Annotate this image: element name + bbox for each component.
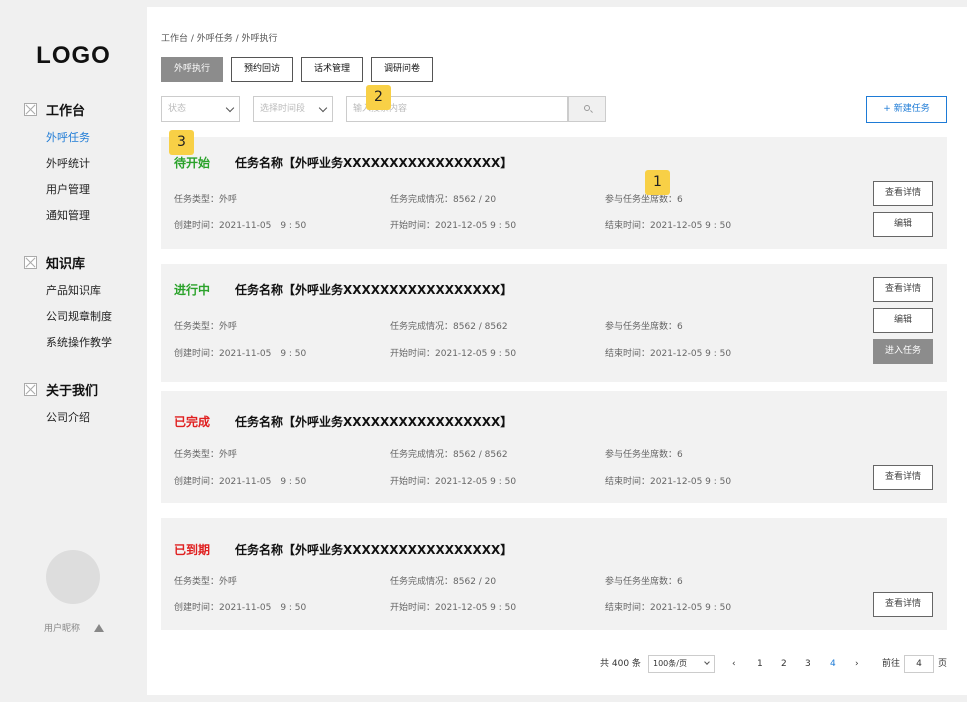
annotation-badge-1: 1 — [645, 170, 670, 195]
new-task-button[interactable]: + 新建任务 — [866, 96, 947, 123]
task-seats: 参与任务坐席数：6 — [605, 322, 683, 332]
task-created-time: 创建时间：2021-11-05 9 : 50 — [174, 603, 307, 613]
task-end-time: 结束时间：2021-12-05 9 : 50 — [605, 349, 732, 359]
task-card: 已到期 任务名称【外呼业务XXXXXXXXXXXXXXXXX】 任务类型：外呼 … — [161, 518, 947, 630]
task-type: 任务类型：外呼 — [174, 577, 238, 587]
username: 用户昵称 — [44, 624, 81, 634]
edit-button[interactable]: 编辑 — [873, 308, 933, 333]
task-created-time: 创建时间：2021-11-05 9 : 50 — [174, 221, 307, 231]
tab-scheduled-callback[interactable]: 预约回访 — [231, 57, 294, 82]
page-3[interactable]: 3 — [805, 655, 811, 673]
edit-button[interactable]: 编辑 — [873, 212, 933, 237]
prev-page-button[interactable]: ‹ — [732, 655, 736, 673]
avatar[interactable] — [46, 550, 100, 604]
task-type: 任务类型：外呼 — [174, 322, 238, 332]
task-progress: 任务完成情况：8562 / 8562 — [390, 322, 508, 332]
task-start-time: 开始时间：2021-12-05 9 : 50 — [390, 477, 517, 487]
goto-suffix: 页 — [938, 659, 948, 669]
tab-survey[interactable]: 调研问卷 — [371, 57, 434, 82]
enter-task-button[interactable]: 进入任务 — [873, 339, 933, 364]
view-details-button[interactable]: 查看详情 — [873, 181, 933, 206]
goto-label: 前往 — [882, 659, 901, 669]
sidebar-item-company-rules[interactable]: 公司规章制度 — [46, 308, 112, 324]
time-range-select[interactable]: 选择时间段 — [253, 96, 333, 122]
task-status: 已完成 — [174, 415, 211, 429]
user-menu[interactable]: 用户昵称 — [44, 621, 105, 634]
logo: LOGO — [36, 42, 111, 69]
sidebar-item-company-intro[interactable]: 公司介绍 — [46, 409, 90, 425]
view-details-button[interactable]: 查看详情 — [873, 277, 933, 302]
sidebar-item-outbound-stats[interactable]: 外呼统计 — [46, 155, 90, 171]
task-end-time: 结束时间：2021-12-05 9 : 50 — [605, 477, 732, 487]
triangle-up-icon — [94, 623, 105, 632]
tab-bar: 外呼执行 预约回访 话术管理 调研问卷 — [161, 57, 441, 82]
breadcrumb: 工作台 / 外呼任务 / 外呼执行 — [161, 34, 278, 44]
total-count: 共 400 条 — [600, 659, 641, 669]
sidebar: LOGO 工作台 外呼任务 外呼统计 用户管理 通知管理 知识库 产品知识库 公… — [0, 0, 147, 702]
sidebar-item-product-kb[interactable]: 产品知识库 — [46, 282, 101, 298]
sidebar-item-notification-management[interactable]: 通知管理 — [46, 207, 90, 223]
placeholder-icon — [24, 383, 37, 396]
task-seats: 参与任务坐席数：6 — [605, 195, 683, 205]
nav-group-knowledge-base[interactable]: 知识库 — [24, 253, 85, 272]
chevron-down-icon — [318, 103, 328, 113]
page-size-select[interactable]: 100条/页 — [648, 655, 715, 673]
goto-page-input[interactable]: 4 — [904, 655, 934, 673]
chevron-down-icon — [225, 103, 235, 113]
task-created-time: 创建时间：2021-11-05 9 : 50 — [174, 349, 307, 359]
annotation-badge-3: 3 — [169, 130, 194, 155]
main-panel: 工作台 / 外呼任务 / 外呼执行 外呼执行 预约回访 话术管理 调研问卷 状态… — [147, 7, 967, 695]
task-progress: 任务完成情况：8562 / 20 — [390, 577, 497, 587]
sidebar-item-user-management[interactable]: 用户管理 — [46, 181, 90, 197]
task-progress: 任务完成情况：8562 / 8562 — [390, 450, 508, 460]
task-start-time: 开始时间：2021-12-05 9 : 50 — [390, 603, 517, 613]
page-2[interactable]: 2 — [781, 655, 787, 673]
task-seats: 参与任务坐席数：6 — [605, 577, 683, 587]
task-card: 进行中 任务名称【外呼业务XXXXXXXXXXXXXXXXX】 任务类型：外呼 … — [161, 264, 947, 382]
page-4[interactable]: 4 — [830, 655, 836, 673]
task-name: 任务名称【外呼业务XXXXXXXXXXXXXXXXX】 — [235, 156, 513, 170]
task-start-time: 开始时间：2021-12-05 9 : 50 — [390, 349, 517, 359]
chevron-down-icon — [704, 659, 710, 665]
task-name: 任务名称【外呼业务XXXXXXXXXXXXXXXXX】 — [235, 283, 513, 297]
task-end-time: 结束时间：2021-12-05 9 : 50 — [605, 221, 732, 231]
task-name: 任务名称【外呼业务XXXXXXXXXXXXXXXXX】 — [235, 543, 513, 557]
search-icon — [584, 105, 590, 111]
task-type: 任务类型：外呼 — [174, 195, 238, 205]
placeholder-icon — [24, 256, 37, 269]
tab-outbound-execution[interactable]: 外呼执行 — [161, 57, 224, 82]
view-details-button[interactable]: 查看详情 — [873, 465, 933, 490]
task-card: 待开始 任务名称【外呼业务XXXXXXXXXXXXXXXXX】 任务类型：外呼 … — [161, 137, 947, 249]
task-type: 任务类型：外呼 — [174, 450, 238, 460]
task-start-time: 开始时间：2021-12-05 9 : 50 — [390, 221, 517, 231]
task-end-time: 结束时间：2021-12-05 9 : 50 — [605, 603, 732, 613]
placeholder-icon — [24, 103, 37, 116]
next-page-button[interactable]: › — [855, 655, 859, 673]
view-details-button[interactable]: 查看详情 — [873, 592, 933, 617]
task-status: 待开始 — [174, 156, 211, 170]
page-1[interactable]: 1 — [757, 655, 763, 673]
status-select[interactable]: 状态 — [161, 96, 240, 122]
task-name: 任务名称【外呼业务XXXXXXXXXXXXXXXXX】 — [235, 415, 513, 429]
task-created-time: 创建时间：2021-11-05 9 : 50 — [174, 477, 307, 487]
tab-script-management[interactable]: 话术管理 — [301, 57, 364, 82]
task-status: 已到期 — [174, 543, 211, 557]
pagination: 共 400 条 100条/页 ‹ 1 2 3 4 › 前往 4 页 — [147, 655, 967, 675]
nav-group-about-us[interactable]: 关于我们 — [24, 380, 98, 399]
annotation-badge-2: 2 — [366, 85, 391, 110]
task-status: 进行中 — [174, 283, 211, 297]
task-progress: 任务完成情况：8562 / 20 — [390, 195, 497, 205]
task-card: 已完成 任务名称【外呼业务XXXXXXXXXXXXXXXXX】 任务类型：外呼 … — [161, 391, 947, 503]
nav-group-workbench[interactable]: 工作台 — [24, 100, 85, 119]
sidebar-item-system-tutorial[interactable]: 系统操作教学 — [46, 334, 112, 350]
sidebar-item-outbound-tasks[interactable]: 外呼任务 — [46, 129, 90, 145]
search-button[interactable] — [568, 96, 606, 122]
task-seats: 参与任务坐席数：6 — [605, 450, 683, 460]
